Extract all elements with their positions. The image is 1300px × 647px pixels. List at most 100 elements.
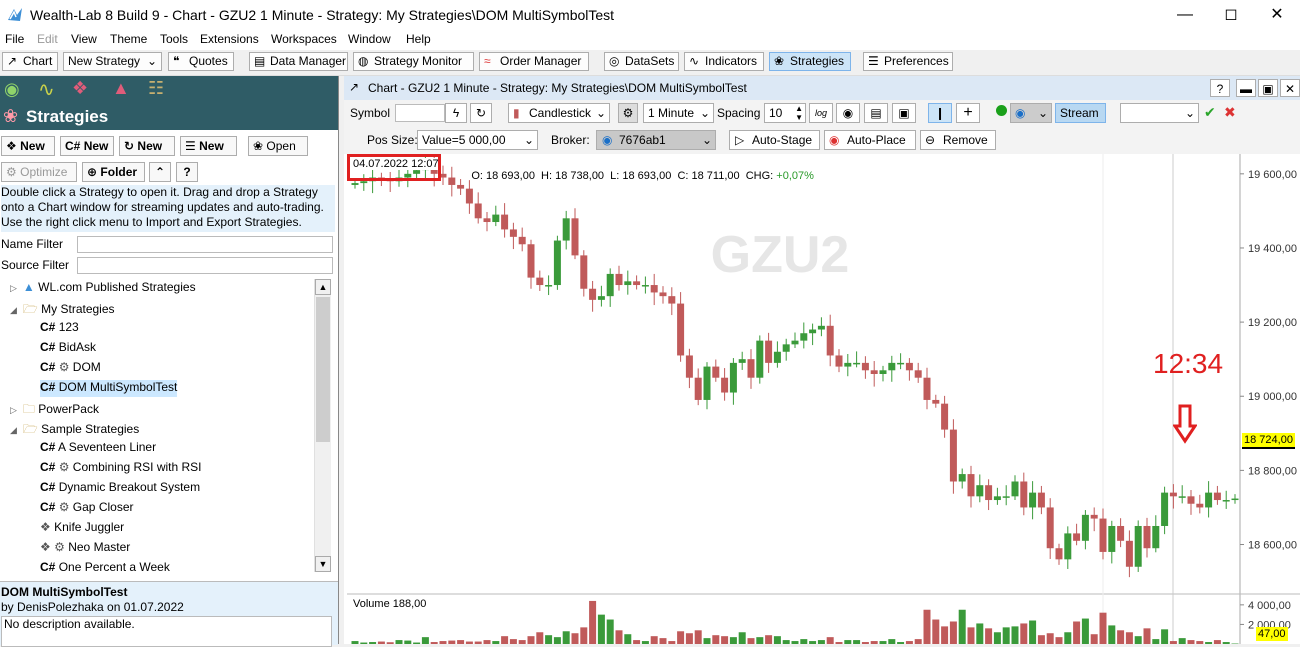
chart-plot-area[interactable]: GZU2 19 600,0019 400,0019 200,0019 000,0… — [347, 154, 1300, 644]
close-icon[interactable]: ✖ — [1224, 104, 1236, 121]
scroll-down-arrow[interactable]: ▼ — [315, 556, 331, 572]
optimize-button[interactable]: ⚙ Optimize — [1, 162, 77, 182]
library-icon[interactable]: ☷ — [148, 78, 164, 99]
menu-workspaces[interactable]: Workspaces — [271, 32, 337, 46]
help-text: Double click a Strategy to open it. Drag… — [1, 185, 335, 232]
chart-settings-button[interactable]: ⚙ — [618, 103, 638, 123]
new-rebuild-strategy-button[interactable]: ↻ New — [119, 136, 175, 156]
building-blocks-icon[interactable]: ▲ — [112, 78, 130, 99]
camera-button[interactable]: ◉ — [836, 103, 860, 123]
scroll-up-arrow[interactable]: ▲ — [315, 279, 331, 295]
order-manager-button[interactable]: ≈Order Manager — [479, 52, 589, 71]
symbol-input[interactable] — [395, 104, 445, 122]
pos-size-dropdown[interactable]: Value=5 000,00⌄ — [417, 130, 538, 150]
source-filter-input[interactable] — [77, 257, 333, 274]
maximize-button[interactable]: ◻ — [1208, 0, 1254, 30]
expand-arrow-icon[interactable]: ◢ — [10, 305, 17, 315]
empty-dropdown[interactable]: ⌄ — [1120, 103, 1199, 123]
refresh-button[interactable]: ↻ — [470, 103, 492, 123]
chart-minimize-button[interactable]: ▬ — [1236, 79, 1256, 97]
menu-window[interactable]: Window — [348, 32, 391, 46]
name-filter-input[interactable] — [77, 236, 333, 253]
tree-item[interactable]: C# 123 — [40, 320, 79, 337]
menu-theme[interactable]: Theme — [110, 32, 147, 46]
menu-tools[interactable]: Tools — [160, 32, 188, 46]
new-csharp-strategy-button[interactable]: C# New — [60, 136, 114, 156]
tree-item[interactable]: C# DOM MultiSymbolTest — [40, 380, 177, 397]
menu-view[interactable]: View — [71, 32, 97, 46]
stream-button[interactable]: Stream — [1055, 103, 1106, 123]
spacing-stepper[interactable]: 10▲▼ — [764, 103, 806, 123]
tree-item[interactable]: ▷▲ WL.com Published Strategies — [10, 280, 196, 297]
help-button[interactable]: ? — [176, 162, 198, 182]
checkmark-icon[interactable]: ✔ — [1204, 104, 1216, 121]
expand-arrow-icon[interactable]: ◢ — [10, 425, 17, 435]
chart-close-button[interactable]: ✕ — [1280, 79, 1300, 97]
csharp-icon: C# — [65, 139, 80, 153]
data-manager-button[interactable]: ▤Data Manager — [249, 52, 348, 71]
log-scale-button[interactable]: log — [809, 103, 833, 123]
chart-button[interactable]: ↗Chart — [2, 52, 58, 71]
auto-stage-button[interactable]: ▷Auto-Stage — [729, 130, 820, 150]
preferences-button[interactable]: ☰Preferences — [863, 52, 953, 71]
tree-item[interactable]: ❖ Knife Juggler — [40, 520, 124, 537]
volume-bar — [1064, 632, 1071, 644]
lightning-button[interactable]: ϟ — [445, 103, 467, 123]
indicator-wave-icon[interactable]: ∿ — [38, 77, 55, 102]
tree-item[interactable]: ❖ ⚙ Neo Master — [40, 540, 130, 557]
new-neuro-strategy-button[interactable]: ☰ New — [180, 136, 237, 156]
datasets-button[interactable]: ◎DataSets — [604, 52, 679, 71]
price-chart-svg[interactable]: GZU2 19 600,0019 400,0019 200,0019 000,0… — [347, 154, 1300, 644]
cursor-button[interactable]: ❙ — [928, 103, 952, 123]
tree-item[interactable]: ▷🗀 PowerPack — [10, 400, 99, 417]
expand-arrow-icon[interactable]: ▷ — [10, 283, 17, 293]
quotes-button[interactable]: ❝Quotes — [168, 52, 234, 71]
indicators-button[interactable]: ∿Indicators — [684, 52, 764, 71]
tree-scrollbar[interactable]: ▲ ▼ — [314, 279, 331, 572]
menu-help[interactable]: Help — [406, 32, 431, 46]
candle-body — [1047, 507, 1054, 548]
menu-extensions[interactable]: Extensions — [200, 32, 259, 46]
auto-place-button[interactable]: ◉Auto-Place — [824, 130, 916, 150]
menu-edit[interactable]: Edit — [37, 32, 58, 46]
minimize-button[interactable]: — — [1162, 0, 1208, 30]
new-strategy-dropdown[interactable]: New Strategy⌄ — [63, 52, 162, 71]
menu-file[interactable]: File — [5, 32, 24, 46]
strategies-button[interactable]: ❀Strategies — [769, 52, 851, 71]
remove-button[interactable]: ⊖Remove — [920, 130, 996, 150]
chart-title-bar: ↗ Chart - GZU2 1 Minute - Strategy: My S… — [344, 76, 1300, 101]
open-button[interactable]: ❀ Open — [248, 136, 308, 156]
close-button[interactable]: ✕ — [1254, 0, 1300, 30]
candle-body — [528, 244, 535, 277]
chart-restore-button[interactable]: ▣ — [1258, 79, 1278, 97]
blocks-icon[interactable]: ❖ — [72, 78, 88, 99]
folder-button[interactable]: ⊕ Folder — [82, 162, 145, 182]
volume-bar — [748, 638, 755, 644]
scale-dropdown[interactable]: 1 Minute⌄ — [643, 103, 714, 123]
chart-help-button[interactable]: ? — [1210, 79, 1230, 97]
candle-body — [915, 370, 922, 377]
tree-item[interactable]: C# ⚙ Gap Closer — [40, 500, 134, 517]
tree-item[interactable]: C# One Percent a Week — [40, 560, 170, 572]
candle-body — [572, 218, 579, 255]
globe-icon[interactable]: ◉ — [4, 79, 20, 100]
crosshair-button[interactable]: + — [956, 103, 980, 123]
expand-arrow-icon[interactable]: ▷ — [10, 405, 17, 415]
strategy-monitor-button[interactable]: ◍Strategy Monitor — [353, 52, 474, 71]
tree-item[interactable]: C# ⚙ DOM — [40, 360, 101, 377]
tree-item[interactable]: C# BidAsk — [40, 340, 96, 357]
save-layout-button[interactable]: ▣ — [892, 103, 916, 123]
volume-bar — [818, 640, 825, 644]
chart-style-dropdown[interactable]: ▮Candlestick⌄ — [508, 103, 610, 123]
broker-dropdown[interactable]: ◉7676ab1⌄ — [596, 130, 716, 150]
new-blocks-strategy-button[interactable]: ❖ New — [1, 136, 55, 156]
tree-item[interactable]: C# Dynamic Breakout System — [40, 480, 200, 497]
tree-item[interactable]: ◢🗁 Sample Strategies — [10, 420, 139, 437]
collapse-all-button[interactable]: ⌃ — [149, 162, 171, 182]
scroll-thumb[interactable] — [316, 297, 330, 442]
tree-item[interactable]: ◢🗁 My Strategies — [10, 300, 115, 317]
streaming-provider-dropdown[interactable]: ◉⌄ — [1010, 103, 1052, 123]
pane-button[interactable]: ▤ — [864, 103, 888, 123]
tree-item[interactable]: C# ⚙ Combining RSI with RSI — [40, 460, 202, 477]
tree-item[interactable]: C# A Seventeen Liner — [40, 440, 156, 457]
